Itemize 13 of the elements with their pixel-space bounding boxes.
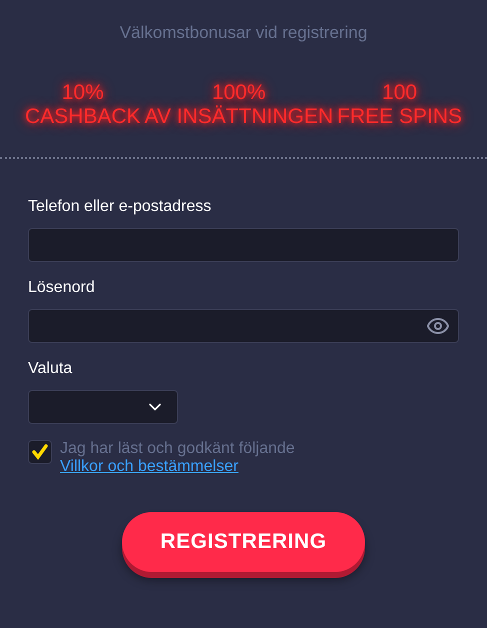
field-label: Valuta (28, 358, 74, 378)
welcome-heading: Välkomstbonusar vid registrering (118, 22, 368, 44)
field-label: Telefon eller e-postadress (28, 196, 212, 216)
terms-link[interactable]: Villkor och bestämmelser (60, 458, 238, 474)
bonus-label: FREE SPINS (337, 106, 462, 126)
register-button[interactable]: REGISTRERING (122, 512, 365, 572)
bonus-amount: 10% (62, 82, 104, 102)
bonus-amount: 100% (212, 82, 266, 102)
bonus-label: CASHBACK (24, 106, 140, 126)
field-label: Lösenord (28, 278, 96, 298)
bonus-label: AV INSÄTTNINGEN (144, 106, 334, 126)
bonus-amount: 100 (382, 82, 418, 102)
terms-text: Jag har läst och godkänt följande Villkor och bestämmelser (60, 440, 296, 476)
